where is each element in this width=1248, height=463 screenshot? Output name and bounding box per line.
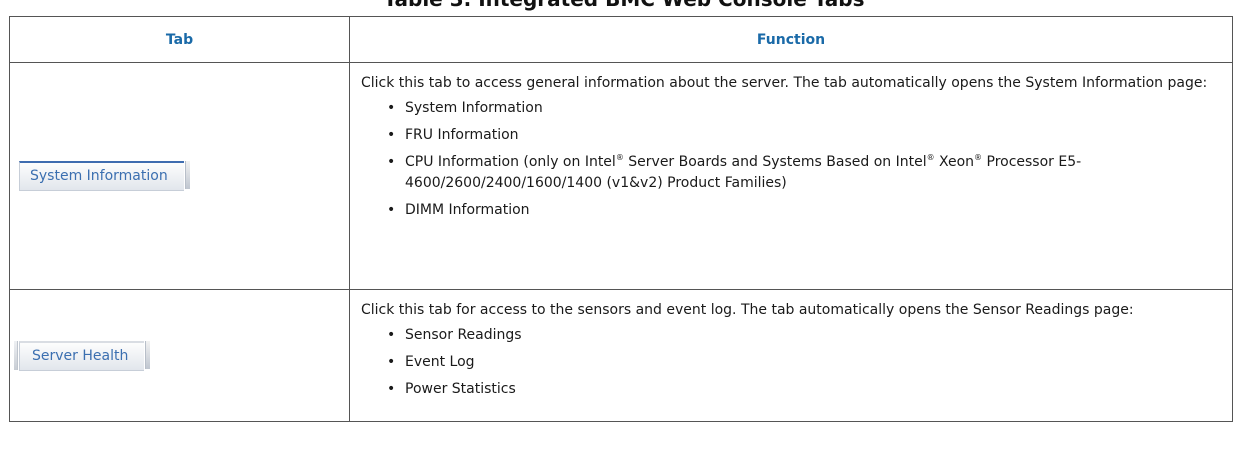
list-item: • CPU Information (only on Intel® Server …: [387, 153, 1082, 192]
function-cell: Click this tab for access to the sensors…: [349, 289, 1233, 422]
tab-cell: Server Health: [9, 289, 350, 422]
tab-cell: System Information: [9, 62, 350, 290]
tab-edge: [184, 161, 190, 189]
list-item: • Event Log: [387, 352, 1222, 373]
function-cell: Click this tab to access general informa…: [349, 62, 1233, 290]
tab-label: System Information: [30, 168, 168, 184]
bullet-icon: •: [387, 154, 396, 170]
tab-server-health[interactable]: Server Health: [14, 340, 151, 371]
list-item: • DIMM Information: [387, 200, 1222, 221]
bullet-icon: •: [387, 127, 396, 143]
tab-edge: [14, 340, 18, 370]
bullet-icon: •: [387, 381, 396, 397]
page-list: • System Information • FRU Information • CP…: [361, 98, 1222, 221]
page-list: • Sensor Readings • Event Log • Power Stati…: [361, 325, 1222, 400]
function-description: Click this tab for access to the sensors…: [361, 302, 1134, 318]
tab-system-information[interactable]: System Information: [19, 161, 190, 191]
function-description: Click this tab to access general informa…: [361, 75, 1208, 91]
column-header-tab: Tab: [9, 16, 350, 63]
cut-off-table-title: Table 3. Integrated BMC Web Console Tabs: [0, 0, 1248, 11]
table-row-system-information: System Information Click this tab to acc…: [9, 62, 1233, 290]
list-item: • System Information: [387, 98, 1222, 119]
bullet-icon: •: [387, 327, 396, 343]
tab-label: Server Health: [32, 347, 129, 364]
bullet-icon: •: [387, 202, 396, 218]
list-item: • FRU Information: [387, 125, 1222, 146]
list-item: • Sensor Readings: [387, 325, 1222, 346]
bmc-tabs-table: Tab Function System Information Click th…: [9, 16, 1233, 422]
column-header-function: Function: [349, 16, 1233, 63]
tab-edge: [145, 340, 151, 369]
bullet-icon: •: [387, 354, 396, 370]
table-row-server-health: Server Health Click this tab for access …: [9, 289, 1233, 422]
bullet-icon: •: [387, 100, 396, 116]
list-item: • Power Statistics: [387, 379, 1222, 400]
